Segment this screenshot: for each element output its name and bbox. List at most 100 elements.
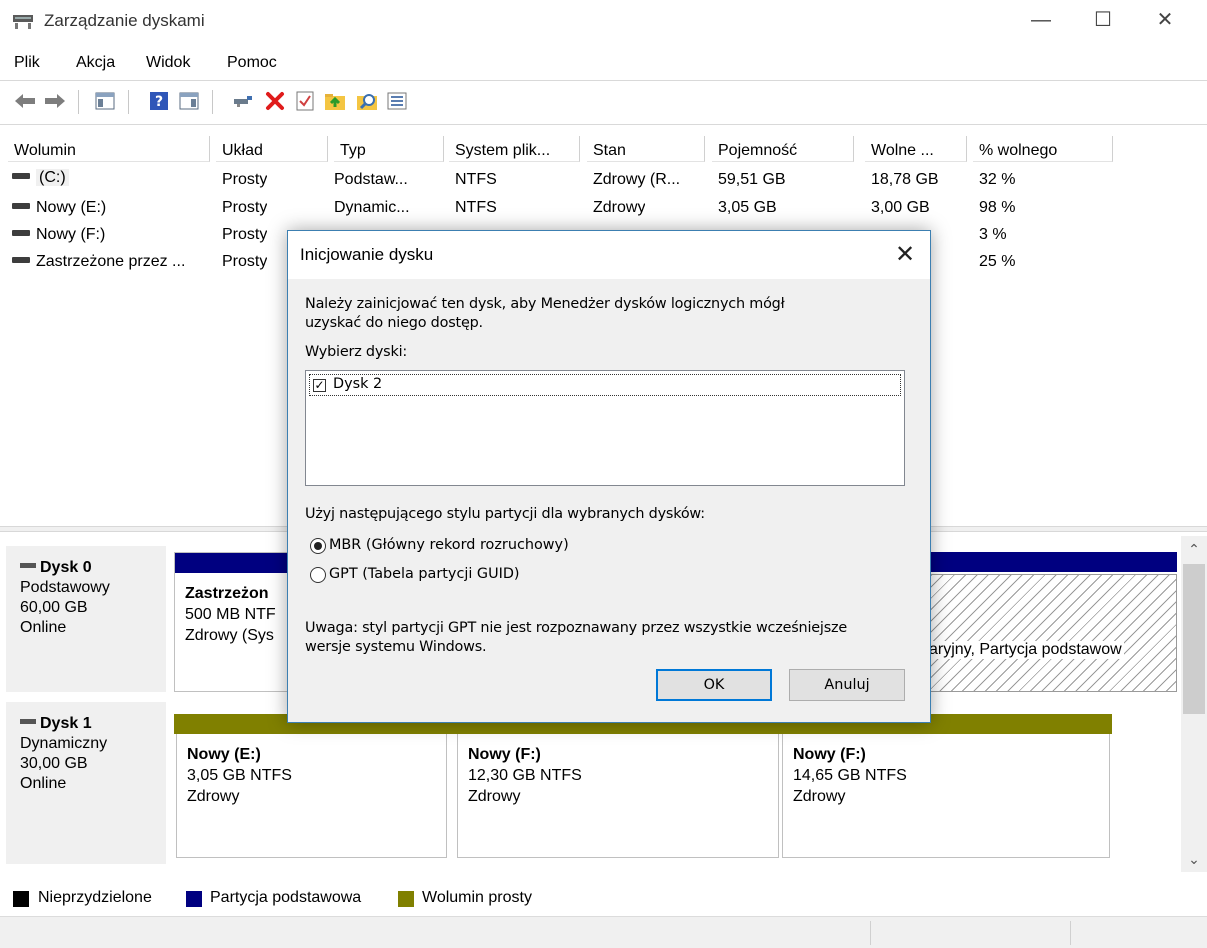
partition-size: 3,05 GB NTFS	[187, 767, 292, 784]
dialog-close-icon[interactable]: ✕	[888, 237, 922, 271]
help-icon[interactable]: ?	[146, 88, 172, 114]
cell-status: Zdrowy (R...	[593, 171, 681, 188]
partition-status: Zdrowy	[187, 788, 240, 805]
dialog-message-line-2: uzyskać do niego dostęp.	[305, 315, 483, 331]
partition-name: Nowy (F:)	[793, 746, 866, 763]
status-bar	[0, 916, 1207, 948]
gpt-note-line-2: wersje systemu Windows.	[305, 639, 487, 655]
cell-free-space: 3,00 GB	[871, 199, 930, 216]
column-header-capacity[interactable]: Pojemność	[712, 136, 854, 162]
gpt-radio[interactable]	[310, 567, 326, 583]
column-header-status[interactable]: Stan	[587, 136, 705, 162]
table-row[interactable]: Nowy (E:)	[12, 199, 106, 217]
select-disks-label: Wybierz dyski:	[305, 344, 408, 360]
partition-block[interactable]: varyjny, Partycja podstawow	[920, 552, 1177, 692]
cell-percent-free: 25 %	[979, 253, 1016, 270]
cell-filesystem: NTFS	[455, 199, 497, 216]
partition-size: 14,65 GB NTFS	[793, 767, 907, 784]
cell-layout: Prosty	[222, 226, 268, 243]
column-header-layout[interactable]: Układ	[216, 136, 328, 162]
column-header-volume[interactable]: Wolumin	[8, 136, 210, 162]
column-header-free-space[interactable]: Wolne ...	[865, 136, 967, 162]
cell-percent-free: 98 %	[979, 199, 1016, 216]
menu-pomoc[interactable]: Pomoc	[227, 54, 277, 72]
up-folder-icon[interactable]	[322, 88, 348, 114]
table-row[interactable]: Zastrzeżone przez ...	[12, 253, 185, 271]
partition-status: Zdrowy (Sys	[185, 627, 274, 644]
disk-select-list[interactable]: ✓ Dysk 2	[305, 370, 905, 486]
window-title: Zarządzanie dyskami	[44, 11, 205, 30]
gpt-note-line-1: Uwaga: styl partycji GPT nie jest rozpoz…	[305, 620, 848, 636]
column-header-filesystem[interactable]: System plik...	[449, 136, 580, 162]
disk-management-app-icon	[13, 15, 33, 29]
disk-icon	[20, 719, 36, 725]
mbr-radio[interactable]	[310, 538, 326, 554]
table-row[interactable]: Nowy (F:)	[12, 226, 105, 244]
toolbar-divider	[0, 124, 1207, 125]
column-header-type[interactable]: Typ	[334, 136, 444, 162]
volume-icon	[12, 256, 30, 263]
partition-block[interactable]: Zastrzeżon 500 MB NTF Zdrowy (Sys	[174, 552, 290, 692]
list-view-icon[interactable]	[384, 88, 410, 114]
scroll-thumb[interactable]	[1183, 564, 1205, 714]
gpt-option-label: GPT (Tabela partycji GUID)	[329, 566, 520, 582]
volume-icon	[12, 202, 30, 209]
toolbar: ?	[0, 84, 1207, 120]
legend-swatch-unallocated	[13, 891, 29, 907]
forward-icon[interactable]	[42, 88, 68, 114]
disk-status: Online	[20, 619, 67, 636]
menu-widok[interactable]: Widok	[146, 54, 190, 72]
partition-block[interactable]: Nowy (F:) 12,30 GB NTFS Zdrowy	[457, 734, 779, 858]
close-button[interactable]: ✕	[1142, 0, 1188, 40]
partition-status: Zdrowy	[468, 788, 521, 805]
menu-plik[interactable]: Plik	[14, 54, 40, 72]
column-header-percent-free[interactable]: % wolnego	[973, 136, 1113, 162]
partition-name: Nowy (E:)	[187, 746, 261, 763]
table-row[interactable]: (C:)	[12, 169, 69, 187]
find-icon[interactable]	[354, 88, 380, 114]
cell-status: Zdrowy	[593, 199, 646, 216]
partition-name: Zastrzeżon	[185, 585, 269, 602]
maximize-button[interactable]: ☐	[1080, 0, 1126, 40]
toolbar-separator	[128, 90, 129, 114]
disk-name: Dysk 1	[40, 715, 92, 732]
console-tree-icon[interactable]	[92, 88, 118, 114]
volume-name: (C:)	[36, 169, 69, 186]
cell-percent-free: 3 %	[979, 226, 1007, 243]
disk-icon	[20, 563, 36, 569]
dialog-title-bar: Inicjowanie dysku ✕	[288, 231, 930, 279]
disk-status: Online	[20, 775, 67, 792]
vertical-scrollbar[interactable]: ⌃ ⌄	[1181, 536, 1207, 872]
disk-0-label[interactable]: Dysk 0 Podstawowy 60,00 GB Online	[6, 546, 166, 692]
toolbar-separator	[212, 90, 213, 114]
scroll-down-icon[interactable]: ⌄	[1181, 848, 1207, 870]
ok-button[interactable]: OK	[656, 669, 772, 701]
show-pane-icon[interactable]	[176, 88, 202, 114]
cancel-button[interactable]: Anuluj	[789, 669, 905, 701]
scroll-up-icon[interactable]: ⌃	[1181, 538, 1207, 560]
volume-name: Zastrzeżone przez ...	[36, 253, 186, 270]
legend-label-simple: Wolumin prosty	[422, 889, 532, 906]
delete-icon[interactable]	[262, 88, 288, 114]
disk-size: 30,00 GB	[20, 755, 88, 772]
back-icon[interactable]	[12, 88, 38, 114]
cell-free-space: 18,78 GB	[871, 171, 939, 188]
disk-checkbox[interactable]: ✓	[313, 379, 326, 392]
properties-icon[interactable]	[292, 88, 318, 114]
cell-layout: Prosty	[222, 253, 268, 270]
legend: Nieprzydzielone Partycja podstawowa Wolu…	[0, 884, 1207, 914]
volume-name: Nowy (F:)	[36, 226, 106, 243]
disk-1-label[interactable]: Dysk 1 Dynamiczny 30,00 GB Online	[6, 702, 166, 864]
dialog-title: Inicjowanie dysku	[300, 245, 434, 264]
partition-status: varyjny, Partycja podstawow	[921, 641, 1124, 659]
dialog-message-line-1: Należy zainicjować ten dysk, aby Menedże…	[305, 296, 785, 312]
disk-list-item[interactable]: ✓ Dysk 2	[309, 374, 901, 396]
cell-percent-free: 32 %	[979, 171, 1016, 188]
partition-block[interactable]: Nowy (F:) 14,65 GB NTFS Zdrowy	[782, 734, 1110, 858]
legend-label-unallocated: Nieprzydzielone	[38, 889, 152, 906]
partition-block[interactable]: Nowy (E:) 3,05 GB NTFS Zdrowy	[176, 734, 447, 858]
cell-type: Dynamic...	[334, 199, 410, 216]
menu-akcja[interactable]: Akcja	[76, 54, 115, 72]
connect-icon[interactable]	[230, 88, 256, 114]
minimize-button[interactable]: —	[1018, 0, 1064, 40]
